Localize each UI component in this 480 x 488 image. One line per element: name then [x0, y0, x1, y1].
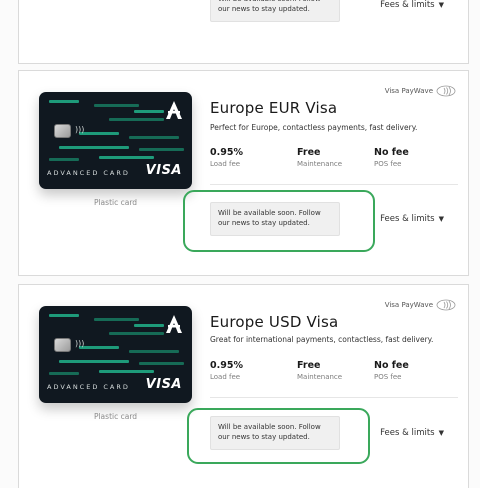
paywave-label: Visa PayWave [384, 301, 433, 309]
caret-down-icon: ▼ [438, 1, 444, 9]
stat-label: POS fee [374, 373, 402, 381]
visa-logo: VISA [145, 377, 182, 392]
caret-down-icon: ▼ [438, 429, 444, 437]
advanced-cash-logo-icon [166, 315, 182, 333]
card-description: Great for international payments, contac… [210, 335, 434, 344]
fees-limits-label: Fees & limits [380, 428, 435, 438]
stat-value: Free [297, 147, 321, 158]
card-brand-label: ADVANCED CARD [47, 383, 130, 391]
card-type-label: Plastic card [93, 198, 138, 207]
stat-label: Maintenance [297, 160, 343, 168]
card-title: Europe EUR Visa [210, 99, 338, 117]
stat-label: Load fee [210, 373, 241, 381]
card-image: ))) ADVANCED CARD VISA [39, 306, 192, 403]
divider [210, 397, 458, 398]
card-image: ))) ADVANCED CARD VISA [39, 92, 192, 189]
visa-logo: VISA [145, 163, 182, 178]
contactless-icon: ))) [75, 339, 85, 348]
stat-value: 0.95% [210, 147, 243, 158]
stat-value: No fee [374, 147, 409, 158]
card-type-label: Plastic card [93, 412, 138, 421]
stat-pos-fee: No fee POS fee [374, 147, 409, 168]
chip-icon [54, 338, 71, 352]
contactless-icon [436, 85, 456, 97]
stat-load-fee: 0.95% Load fee [210, 147, 243, 168]
card-brand-label: ADVANCED CARD [47, 169, 130, 177]
caret-down-icon: ▼ [438, 215, 444, 223]
chip-icon [54, 124, 71, 138]
fees-limits-label: Fees & limits [380, 0, 435, 10]
highlight-box [187, 408, 370, 464]
contactless-icon [436, 299, 456, 311]
stat-maintenance: Free Maintenance [297, 147, 342, 168]
stat-value: Free [297, 360, 321, 371]
card-offers-page: Will be available soon. Follow our news … [0, 0, 480, 488]
stat-maintenance: Free Maintenance [297, 360, 342, 381]
stat-label: Maintenance [297, 373, 343, 381]
advanced-cash-logo-icon [166, 101, 182, 119]
contactless-icon: ))) [75, 125, 85, 134]
stat-label: POS fee [374, 160, 402, 168]
highlight-box [183, 190, 375, 252]
stat-value: 0.95% [210, 360, 243, 371]
paywave-badge: Visa PayWave [385, 299, 456, 311]
stat-value: No fee [374, 360, 409, 371]
divider [210, 184, 458, 185]
card-description: Perfect for Europe, contactless payments… [210, 123, 418, 132]
availability-notice: Will be available soon. Follow our news … [210, 0, 340, 22]
paywave-label: Visa PayWave [384, 87, 433, 95]
fees-limits-toggle[interactable]: Fees & limits ▼ [380, 0, 444, 10]
stat-pos-fee: No fee POS fee [374, 360, 409, 381]
card-title: Europe USD Visa [210, 313, 339, 331]
stat-load-fee: 0.95% Load fee [210, 360, 243, 381]
fees-limits-toggle[interactable]: Fees & limits ▼ [380, 428, 444, 438]
paywave-badge: Visa PayWave [385, 85, 456, 97]
fees-limits-toggle[interactable]: Fees & limits ▼ [380, 214, 444, 224]
fees-limits-label: Fees & limits [380, 214, 435, 224]
stat-label: Load fee [210, 160, 241, 168]
card-offer-panel-partial: Will be available soon. Follow our news … [18, 0, 469, 64]
